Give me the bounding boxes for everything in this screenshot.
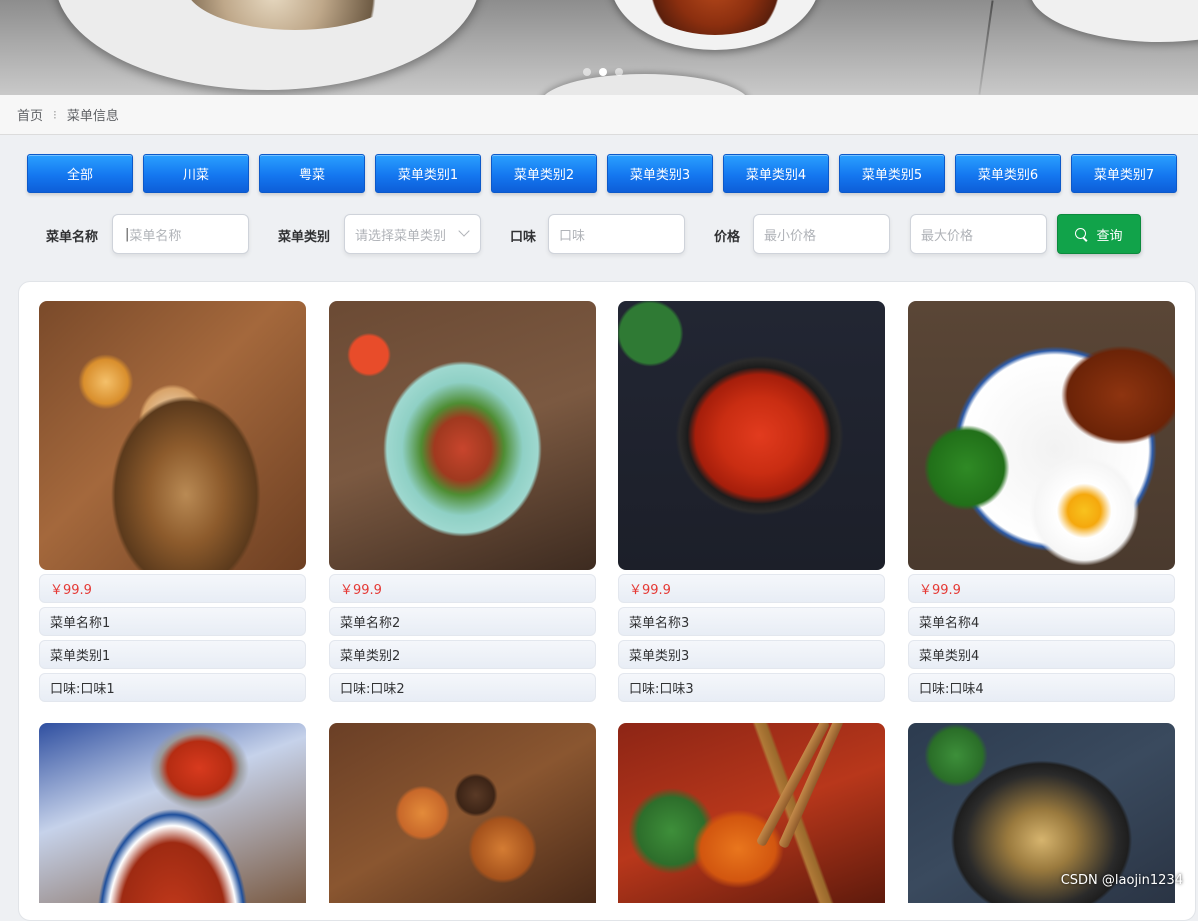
search-form: 菜单名称 | 菜单名称 菜单类别 请选择菜单类别 口味 口味 价格 最小价格 最… — [0, 214, 1198, 254]
dish-image[interactable] — [39, 723, 306, 903]
category-tab[interactable]: 菜单类别3 — [607, 154, 713, 193]
min-price-input[interactable]: 最小价格 — [753, 214, 890, 254]
carousel-dot-active[interactable] — [599, 68, 607, 76]
breadcrumb-current: 菜单信息 — [67, 105, 119, 124]
product-taste: 口味:口味1 — [39, 673, 306, 702]
category-tab[interactable]: 菜单类别1 — [375, 154, 481, 193]
taste-label: 口味 — [510, 226, 536, 245]
product-taste: 口味:口味4 — [908, 673, 1175, 702]
taste-placeholder: 口味 — [559, 225, 585, 244]
query-button-label: 查询 — [1096, 225, 1122, 244]
product-price: ￥99.9 — [618, 574, 885, 603]
breadcrumb: 首页 ⁝ 菜单信息 — [0, 95, 1198, 135]
taste-input[interactable]: 口味 — [548, 214, 685, 254]
dish-image[interactable] — [329, 723, 596, 903]
category-tab[interactable]: 菜单类别7 — [1071, 154, 1177, 193]
category-tab[interactable]: 菜单类别6 — [955, 154, 1061, 193]
category-tabs: 全部 川菜 粤菜 菜单类别1 菜单类别2 菜单类别3 菜单类别4 菜单类别5 菜… — [27, 154, 1177, 193]
banner-plate-image — [540, 74, 750, 95]
search-icon — [1075, 228, 1088, 241]
category-tab[interactable]: 粤菜 — [259, 154, 365, 193]
category-select[interactable]: 请选择菜单类别 — [344, 214, 481, 254]
min-price-placeholder: 最小价格 — [764, 225, 816, 244]
breadcrumb-separator: ⁝ — [53, 108, 57, 122]
category-select-placeholder: 请选择菜单类别 — [355, 225, 446, 244]
menu-name-placeholder: 菜单名称 — [129, 225, 181, 244]
name-label: 菜单名称 — [46, 226, 98, 245]
product-price: ￥99.9 — [39, 574, 306, 603]
product-card[interactable]: ￥99.9 菜单名称3 菜单类别3 口味:口味3 — [618, 301, 885, 702]
product-taste: 口味:口味2 — [329, 673, 596, 702]
category-label: 菜单类别 — [278, 226, 330, 245]
product-price: ￥99.9 — [329, 574, 596, 603]
product-card[interactable]: ￥99.9 菜单名称1 菜单类别1 口味:口味1 — [39, 301, 306, 702]
category-tab-all[interactable]: 全部 — [27, 154, 133, 193]
chevron-down-icon — [458, 225, 469, 236]
product-name: 菜单名称4 — [908, 607, 1175, 636]
max-price-input[interactable]: 最大价格 — [910, 214, 1047, 254]
category-tab[interactable]: 菜单类别5 — [839, 154, 945, 193]
banner-bowl-image — [610, 0, 820, 50]
watermark-text: CSDN @laojin1234 — [1061, 873, 1183, 888]
banner-plate-image — [55, 0, 480, 90]
product-name: 菜单名称1 — [39, 607, 306, 636]
carousel-dot[interactable] — [615, 68, 623, 76]
product-price: ￥99.9 — [908, 574, 1175, 603]
price-label: 价格 — [714, 226, 740, 245]
menu-name-input[interactable]: | 菜单名称 — [112, 214, 249, 254]
query-button[interactable]: 查询 — [1057, 214, 1141, 254]
carousel-dot[interactable] — [583, 68, 591, 76]
product-category: 菜单类别2 — [329, 640, 596, 669]
product-card[interactable] — [39, 723, 306, 903]
product-card[interactable]: ￥99.9 菜单名称4 菜单类别4 口味:口味4 — [908, 301, 1175, 702]
product-category: 菜单类别3 — [618, 640, 885, 669]
category-tab[interactable]: 菜单类别4 — [723, 154, 829, 193]
product-taste: 口味:口味3 — [618, 673, 885, 702]
category-tab[interactable]: 川菜 — [143, 154, 249, 193]
product-card[interactable] — [329, 723, 596, 903]
dish-image[interactable] — [908, 301, 1175, 570]
banner-plate-image — [1030, 0, 1198, 42]
category-tab[interactable]: 菜单类别2 — [491, 154, 597, 193]
product-name: 菜单名称3 — [618, 607, 885, 636]
product-category: 菜单类别4 — [908, 640, 1175, 669]
carousel-indicators — [583, 68, 623, 76]
product-name: 菜单名称2 — [329, 607, 596, 636]
product-card[interactable]: ￥99.9 菜单名称2 菜单类别2 口味:口味2 — [329, 301, 596, 702]
breadcrumb-home[interactable]: 首页 — [17, 105, 43, 124]
banner-carousel[interactable] — [0, 0, 1198, 95]
dish-image[interactable] — [618, 723, 885, 903]
product-category: 菜单类别1 — [39, 640, 306, 669]
max-price-placeholder: 最大价格 — [921, 225, 973, 244]
product-card[interactable] — [618, 723, 885, 903]
product-list: ￥99.9 菜单名称1 菜单类别1 口味:口味1 ￥99.9 菜单名称2 菜单类… — [18, 281, 1196, 921]
dish-image[interactable] — [39, 301, 306, 570]
dish-image[interactable] — [329, 301, 596, 570]
dish-image[interactable] — [618, 301, 885, 570]
